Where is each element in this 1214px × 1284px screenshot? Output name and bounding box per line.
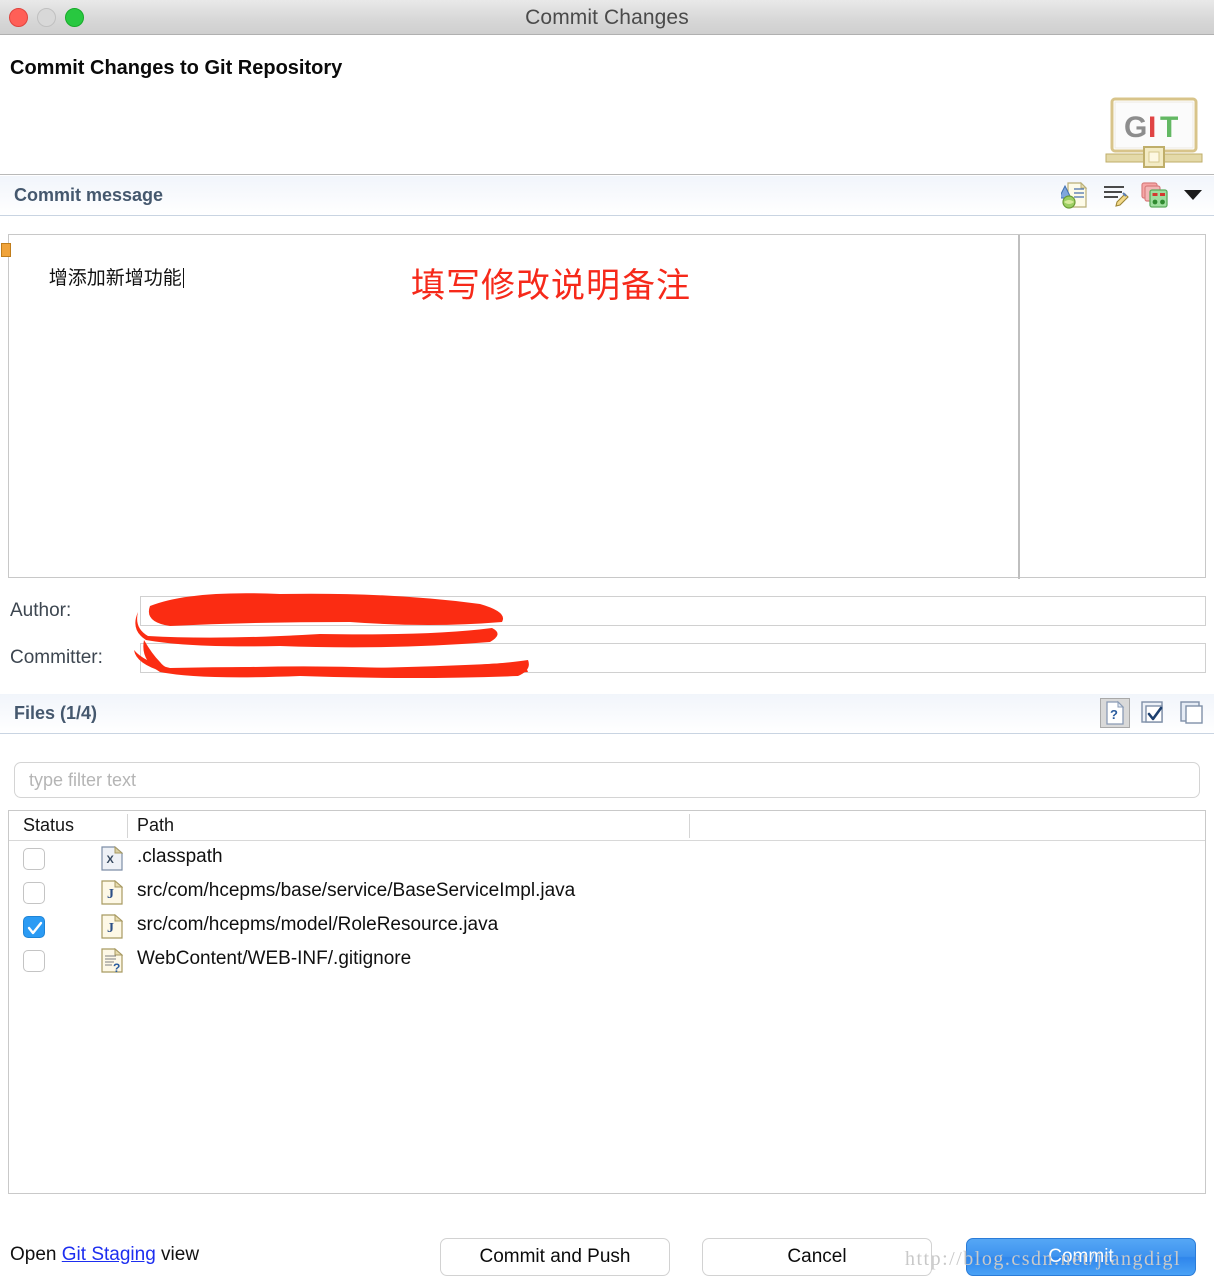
- commit-message-toolbar: [1058, 180, 1208, 210]
- untracked-file-icon: ?: [101, 947, 124, 975]
- file-path: src/com/hcepms/model/RoleResource.java: [137, 914, 499, 935]
- column-divider[interactable]: [127, 814, 128, 838]
- message-margin-rule: [1018, 235, 1020, 579]
- svg-text:X: X: [107, 854, 115, 866]
- open-prefix: Open: [10, 1244, 62, 1265]
- select-all-icon[interactable]: [1139, 698, 1169, 728]
- amend-previous-commit-icon[interactable]: [1139, 180, 1169, 210]
- filter-input[interactable]: [14, 762, 1200, 798]
- files-table: Status Path X .classpath J src/com/hcepm…: [8, 810, 1206, 1194]
- page-title: Commit Changes to Git Repository: [10, 57, 343, 79]
- row-checkbox[interactable]: [23, 916, 45, 938]
- row-checkbox[interactable]: [23, 882, 45, 904]
- file-path: WebContent/WEB-INF/.gitignore: [137, 948, 412, 969]
- commit-button[interactable]: Commit: [966, 1238, 1196, 1276]
- column-divider[interactable]: [689, 814, 690, 838]
- xml-file-icon: X: [101, 845, 124, 871]
- show-untracked-files-icon[interactable]: ?: [1100, 698, 1130, 728]
- dialog-header: Commit Changes to Git Repository G I T: [0, 35, 1214, 175]
- files-label: Files (1/4): [14, 703, 98, 723]
- git-logo: G I T: [1104, 97, 1204, 169]
- committer-label: Committer:: [10, 647, 103, 668]
- open-git-staging-view: Open Git Staging view: [10, 1244, 199, 1266]
- window-titlebar: Commit Changes: [0, 0, 1214, 35]
- svg-text:?: ?: [1110, 707, 1118, 722]
- message-marker-icon: [1, 243, 11, 257]
- java-file-icon: J: [101, 913, 124, 939]
- commit-and-push-button[interactable]: Commit and Push: [440, 1238, 670, 1276]
- file-path: .classpath: [137, 846, 223, 867]
- java-file-icon: J: [101, 879, 124, 905]
- add-signed-off-by-icon[interactable]: [1058, 180, 1091, 210]
- add-change-id-icon[interactable]: [1100, 180, 1130, 210]
- svg-text:J: J: [107, 887, 114, 902]
- open-suffix: view: [155, 1244, 200, 1265]
- row-checkbox[interactable]: [23, 950, 45, 972]
- cancel-button[interactable]: Cancel: [702, 1238, 932, 1276]
- row-checkbox[interactable]: [23, 848, 45, 870]
- annotation-text: 填写修改说明备注: [411, 267, 691, 305]
- svg-text:G: G: [1124, 111, 1147, 144]
- redaction-overlay: [134, 593, 529, 678]
- files-section-header: Files (1/4) ?: [0, 694, 1214, 734]
- svg-text:T: T: [1160, 111, 1178, 144]
- svg-text:J: J: [107, 921, 114, 936]
- commit-message-text: 增添加新增功能: [48, 268, 182, 289]
- table-header: Status Path: [9, 811, 1205, 841]
- chevron-down-icon[interactable]: [1178, 180, 1208, 210]
- column-header-path[interactable]: Path: [137, 815, 174, 836]
- svg-text:I: I: [1148, 111, 1156, 144]
- text-caret: [182, 268, 184, 288]
- file-path: src/com/hcepms/base/service/BaseServiceI…: [137, 880, 576, 901]
- table-row[interactable]: ? WebContent/WEB-INF/.gitignore: [9, 943, 1205, 977]
- commit-message-section-header: Commit message: [0, 176, 1214, 216]
- filter-field-wrapper: [14, 762, 1200, 798]
- table-row[interactable]: J src/com/hcepms/base/service/BaseServic…: [9, 875, 1205, 909]
- git-staging-link[interactable]: Git Staging: [62, 1244, 156, 1265]
- files-toolbar: ?: [1100, 698, 1208, 728]
- table-row[interactable]: J src/com/hcepms/model/RoleResource.java: [9, 909, 1205, 943]
- column-header-status[interactable]: Status: [23, 815, 74, 836]
- window-title: Commit Changes: [525, 6, 689, 29]
- svg-text:?: ?: [113, 961, 120, 973]
- dialog-footer: Open Git Staging view Commit and Push Ca…: [0, 1230, 1214, 1284]
- commit-changes-dialog: Commit Changes Commit Changes to Git Rep…: [0, 0, 1214, 1284]
- table-row[interactable]: X .classpath: [9, 841, 1205, 875]
- author-label: Author:: [10, 600, 72, 621]
- commit-message-label: Commit message: [14, 185, 164, 205]
- deselect-all-icon[interactable]: [1178, 698, 1208, 728]
